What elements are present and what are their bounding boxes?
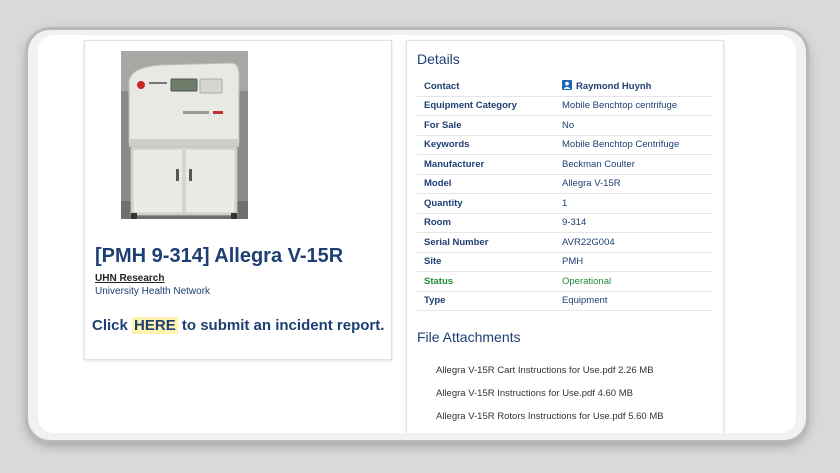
file-name: Allegra V-15R Rotors Instructions for Us… <box>436 411 626 422</box>
detail-value: PMH <box>555 252 713 272</box>
details-card: Details Contact Raymond Huynh Equipment … <box>406 40 724 433</box>
table-row: Contact Raymond Huynh <box>417 77 713 97</box>
file-size: 4.60 MB <box>597 388 633 399</box>
equipment-photo <box>121 51 248 219</box>
detail-label: Room <box>417 213 555 233</box>
centrifuge-photo-icon <box>121 51 248 219</box>
table-row: Equipment Category Mobile Benchtop centr… <box>417 96 713 116</box>
table-row: For Sale No <box>417 115 713 136</box>
detail-label: Type <box>417 291 555 311</box>
incident-report-link[interactable]: HERE <box>132 317 178 334</box>
details-heading: Details <box>417 51 460 67</box>
detail-value: Mobile Benchtop centrifuge <box>555 96 713 116</box>
detail-label: Model <box>417 174 555 194</box>
table-row: Room 9-314 <box>417 213 713 233</box>
detail-value: Equipment <box>555 291 713 311</box>
table-row: Site PMH <box>417 252 713 272</box>
equipment-summary-card: [PMH 9-314] Allegra V-15R UHN Research U… <box>84 40 392 360</box>
detail-value: 9-314 <box>555 213 713 233</box>
detail-value: Allegra V-15R <box>555 174 713 194</box>
detail-label: Manufacturer <box>417 154 555 175</box>
detail-label: For Sale <box>417 115 555 136</box>
incident-suffix: to submit an incident report. <box>181 317 385 334</box>
detail-label: Serial Number <box>417 232 555 253</box>
page-viewport: [PMH 9-314] Allegra V-15R UHN Research U… <box>38 35 796 433</box>
detail-value: Beckman Coulter <box>555 154 713 175</box>
org-full-name: University Health Network <box>95 286 211 297</box>
details-table: Contact Raymond Huynh Equipment Category… <box>417 77 713 311</box>
person-icon <box>562 80 572 91</box>
browser-frame: [PMH 9-314] Allegra V-15R UHN Research U… <box>28 30 806 440</box>
file-name: Allegra V-15R Cart Instructions for Use.… <box>436 365 616 376</box>
detail-value: No <box>555 115 713 136</box>
file-attachment-link[interactable]: Allegra V-15R Rotors Instructions for Us… <box>436 411 664 422</box>
table-row: Keywords Mobile Benchtop Centrifuge <box>417 135 713 155</box>
table-row: Status Operational <box>417 271 713 292</box>
table-row: Model Allegra V-15R <box>417 174 713 194</box>
incident-report-prompt: Click HERE to submit an incident report. <box>92 317 384 334</box>
equipment-title: [PMH 9-314] Allegra V-15R <box>95 245 344 267</box>
file-size: 5.60 MB <box>628 411 664 422</box>
file-name: Allegra V-15R Instructions for Use.pdf <box>436 388 595 399</box>
contact-link[interactable]: Raymond Huynh <box>576 81 651 92</box>
detail-label: Contact <box>417 77 555 97</box>
incident-prefix: Click <box>92 317 128 334</box>
table-row: Quantity 1 <box>417 193 713 214</box>
detail-label: Status <box>417 271 555 292</box>
org-name-link[interactable]: UHN Research <box>95 273 164 284</box>
detail-value: 1 <box>555 193 713 214</box>
file-attachment-link[interactable]: Allegra V-15R Instructions for Use.pdf 4… <box>436 388 633 399</box>
detail-value: AVR22G004 <box>555 232 713 253</box>
file-attachment-link[interactable]: Allegra V-15R Cart Instructions for Use.… <box>436 365 654 376</box>
detail-label: Keywords <box>417 135 555 155</box>
table-row: Manufacturer Beckman Coulter <box>417 154 713 175</box>
detail-value: Raymond Huynh <box>555 77 713 97</box>
detail-label: Equipment Category <box>417 96 555 116</box>
detail-label: Site <box>417 252 555 272</box>
table-row: Type Equipment <box>417 291 713 311</box>
detail-value: Mobile Benchtop Centrifuge <box>555 135 713 155</box>
detail-label: Quantity <box>417 193 555 214</box>
file-attachments-heading: File Attachments <box>417 329 521 345</box>
status-value: Operational <box>555 271 713 292</box>
file-size: 2.26 MB <box>618 365 654 376</box>
table-row: Serial Number AVR22G004 <box>417 232 713 253</box>
